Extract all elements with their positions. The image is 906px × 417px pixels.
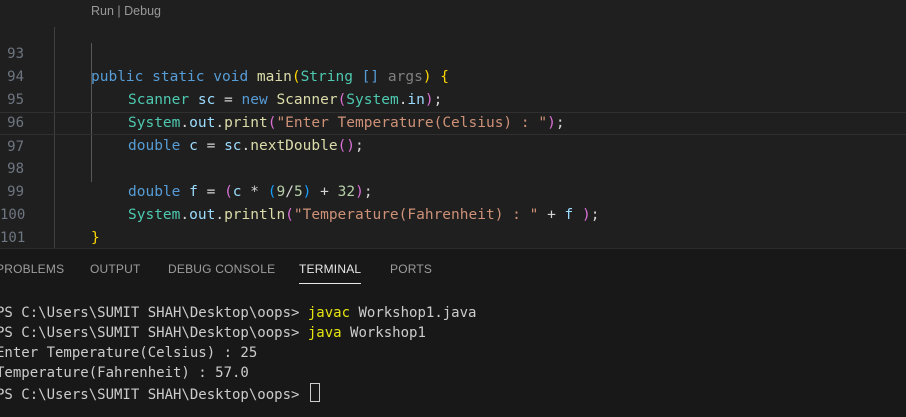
code-line-99: 99 System.out.println("Temperature(Fahre…	[0, 158, 906, 223]
code-line-100: 100 }	[0, 181, 906, 246]
code-line-93: 93 public static void main(String [] arg…	[0, 20, 906, 85]
panel-tabs: PROBLEMS OUTPUT DEBUG CONSOLE TERMINAL P…	[0, 249, 906, 287]
codelens-separator: |	[113, 4, 125, 18]
terminal-cursor	[309, 383, 320, 402]
code-line-96: 96 double c = sc.nextDouble();	[0, 89, 906, 154]
code-line-94: 94 Scanner sc = new Scanner(System.in);	[0, 43, 906, 108]
tab-output[interactable]: OUTPUT	[90, 262, 141, 276]
terminal-line: Enter Temperature(Celsius) : 25	[0, 345, 258, 361]
terminal-line: Temperature(Fahrenheit) : 57.0	[0, 365, 249, 381]
active-tab-indicator	[299, 283, 361, 284]
bottom-panel: PROBLEMS OUTPUT DEBUG CONSOLE TERMINAL P…	[0, 248, 906, 417]
terminal-line: PS C:\Users\SUMIT SHAH\Desktop\oops> jav…	[0, 305, 477, 321]
tab-problems[interactable]: PROBLEMS	[0, 262, 64, 276]
code-line-101: 101	[0, 204, 906, 246]
codelens-debug[interactable]: Debug	[124, 4, 161, 18]
terminal-line: PS C:\Users\SUMIT SHAH\Desktop\oops>	[0, 383, 320, 403]
tab-debug-console[interactable]: DEBUG CONSOLE	[168, 262, 275, 276]
code-line-102: 102	[0, 227, 906, 269]
tab-terminal[interactable]: TERMINAL	[299, 262, 361, 276]
code-editor[interactable]: Run | Debug 93 public static void main(S…	[0, 0, 906, 269]
code-line-98: 98 double f = (c * (9/5) + 32);	[0, 135, 906, 200]
codelens-run[interactable]: Run	[91, 4, 114, 18]
code-line-97: 97	[0, 112, 906, 155]
codelens: Run | Debug	[91, 4, 161, 18]
tab-ports[interactable]: PORTS	[390, 262, 432, 276]
code-line-95: 95 System.out.print("Enter Temperature(C…	[0, 66, 906, 131]
terminal-line: PS C:\Users\SUMIT SHAH\Desktop\oops> jav…	[0, 325, 426, 341]
